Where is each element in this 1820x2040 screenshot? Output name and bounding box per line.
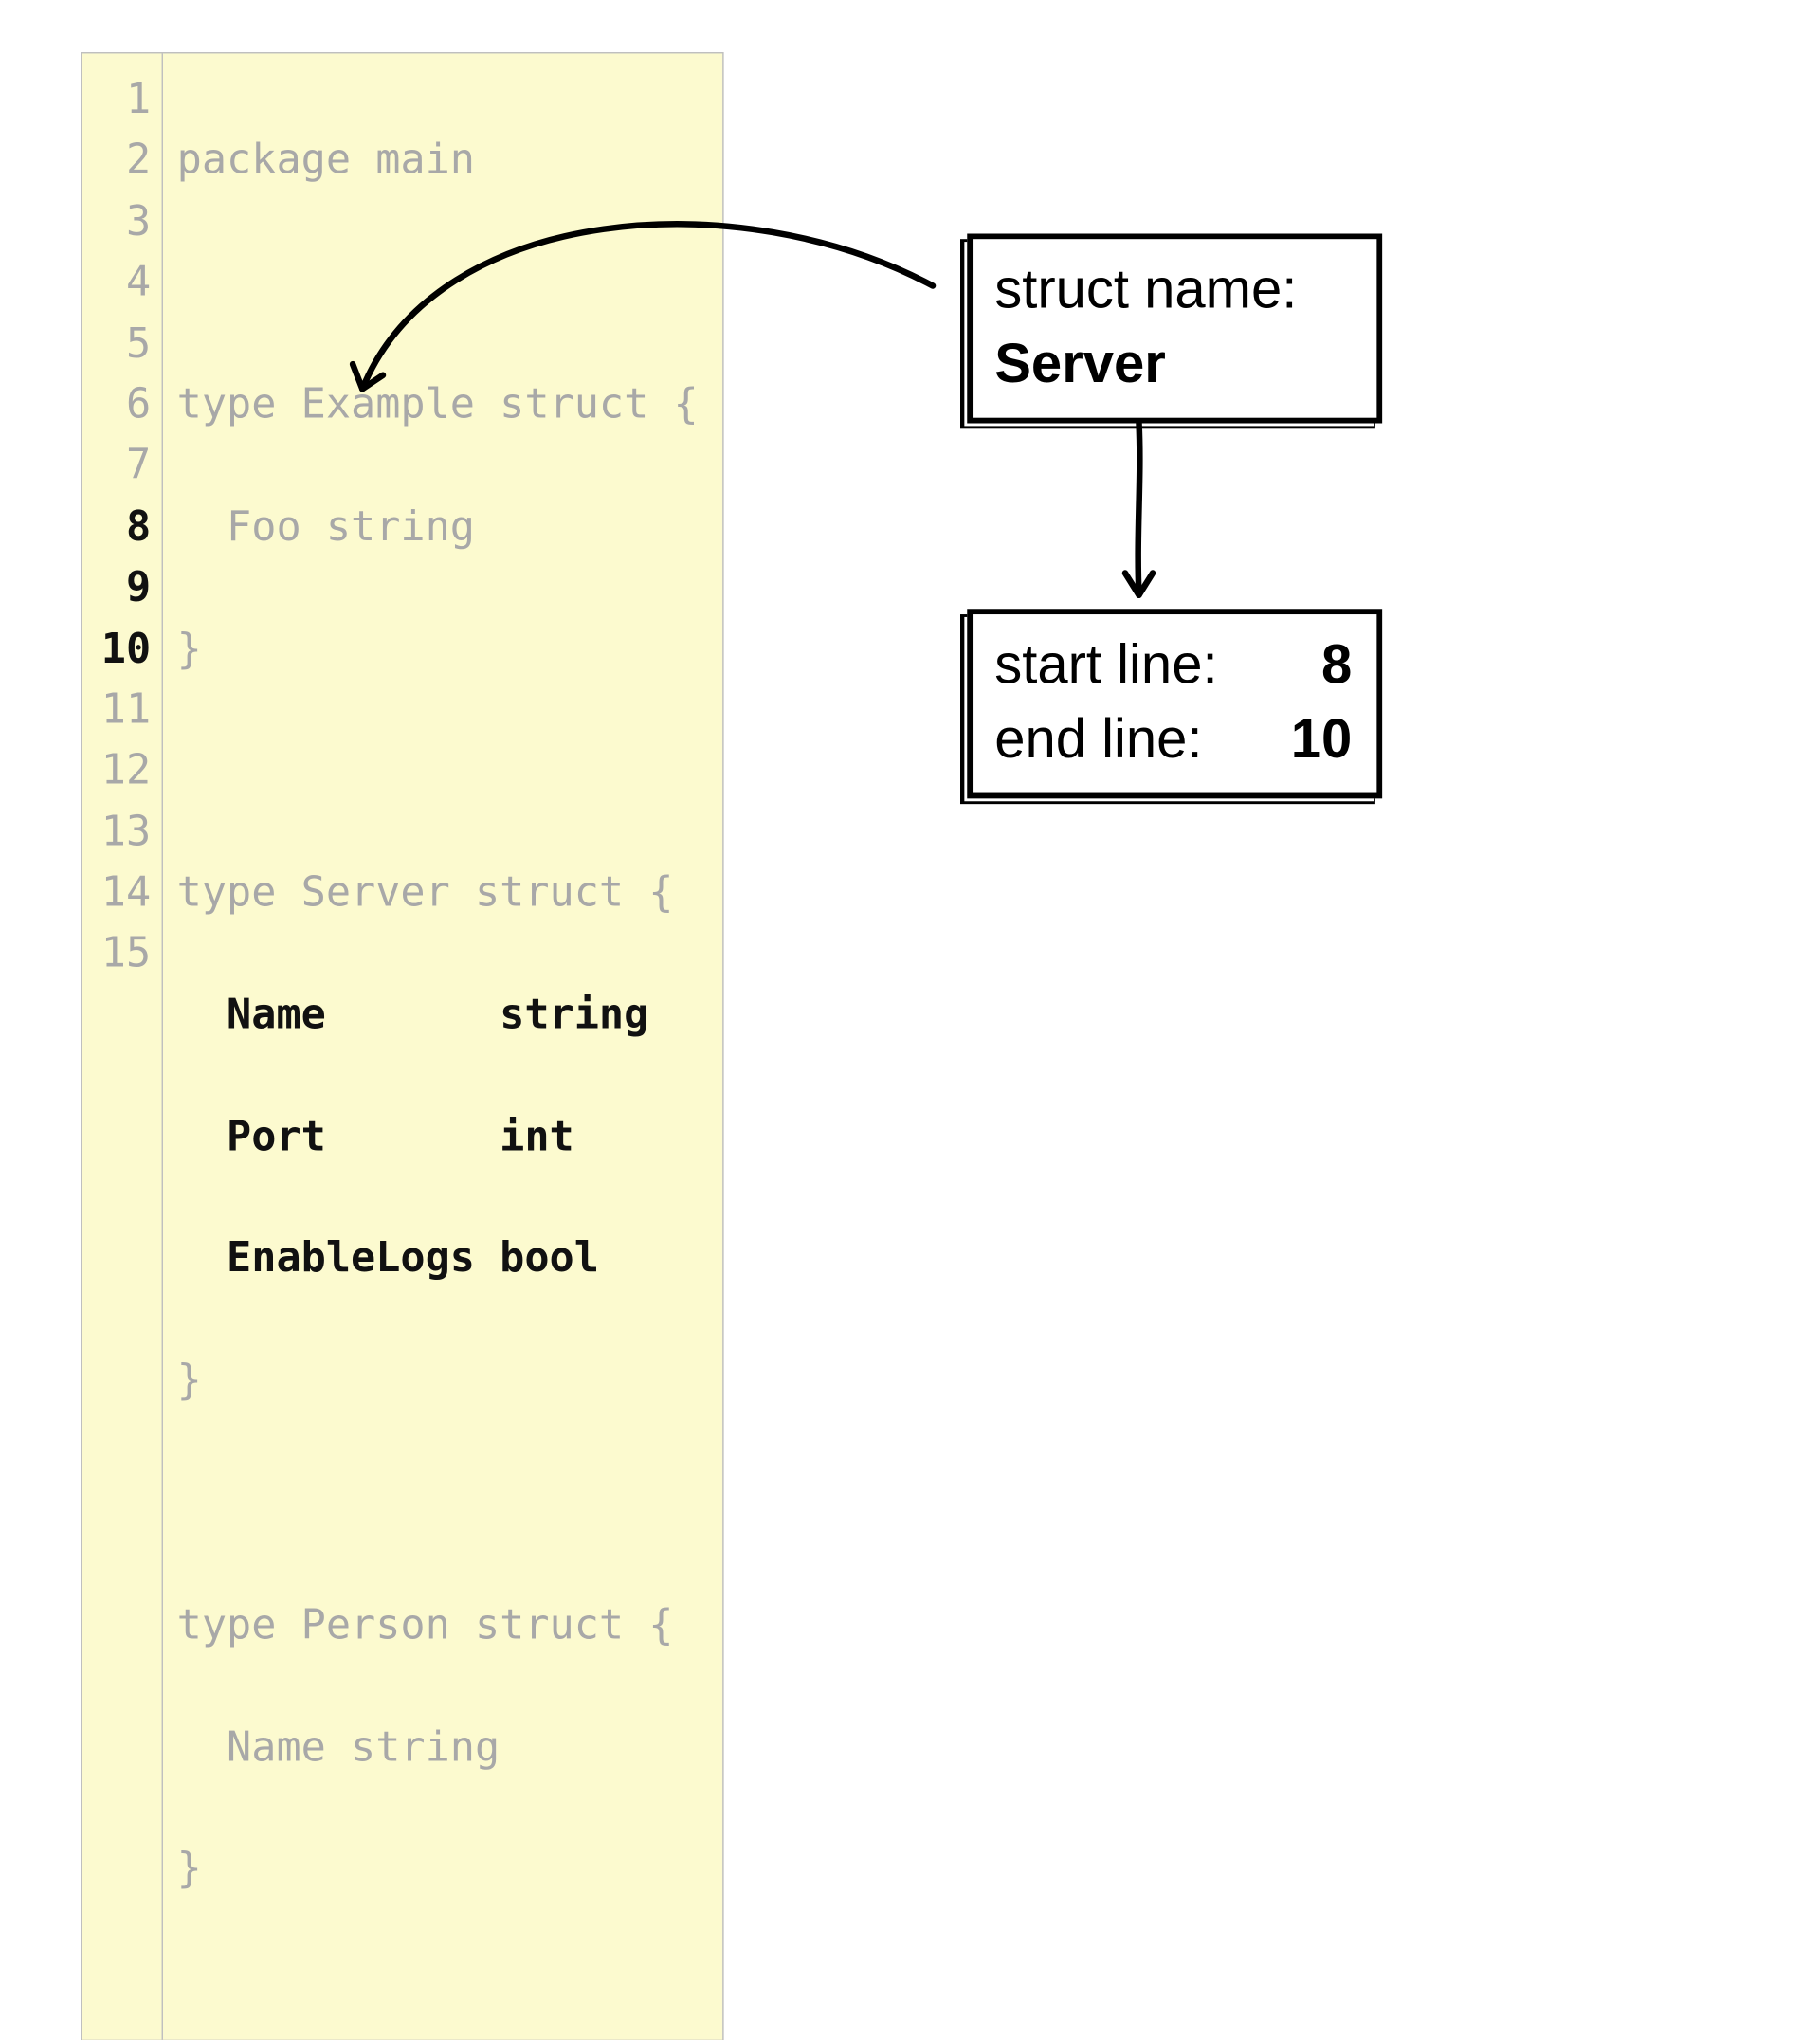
- code-line: type Person struct {: [177, 1595, 699, 1656]
- arrow-between-boxes-icon: [1138, 424, 1140, 595]
- code-line: Name string: [177, 985, 699, 1046]
- code-line: Name string: [177, 1718, 699, 1778]
- code-line: EnableLogs bool: [177, 1229, 699, 1290]
- arrowhead-icon: [1125, 574, 1153, 595]
- end-line-label: end line:: [994, 702, 1202, 776]
- line-number: 7: [101, 436, 151, 497]
- line-number: 4: [101, 253, 151, 314]
- line-number: 14: [101, 864, 151, 924]
- line-number-gutter: 1 2 3 4 5 6 7 8 9 10 11 12 13 14 15: [82, 53, 163, 2039]
- struct-name-label: struct name:: [994, 253, 1352, 327]
- line-number: 12: [101, 741, 151, 802]
- diagram-stage: 1 2 3 4 5 6 7 8 9 10 11 12 13 14 15 pack…: [81, 52, 724, 2040]
- code-line: }: [177, 619, 699, 680]
- code-line: }: [177, 1839, 699, 1900]
- struct-name-box: struct name: Server: [967, 233, 1382, 423]
- start-line-label: start line:: [994, 628, 1217, 702]
- code-line: [177, 253, 699, 314]
- code-line: }: [177, 1352, 699, 1412]
- code-content: package main type Example struct { Foo s…: [163, 53, 723, 2039]
- line-number: 15: [101, 924, 151, 985]
- line-number: 8: [101, 497, 151, 557]
- code-line: [177, 1473, 699, 1534]
- struct-name-value: Server: [994, 327, 1352, 401]
- end-line-value: 10: [1291, 702, 1353, 776]
- line-number: 2: [101, 131, 151, 191]
- line-number: 13: [101, 802, 151, 863]
- start-line-value: 8: [1321, 628, 1352, 702]
- line-number: 11: [101, 681, 151, 741]
- code-line: package main: [177, 131, 699, 191]
- line-number: 9: [101, 558, 151, 619]
- line-number: 3: [101, 192, 151, 253]
- code-block: 1 2 3 4 5 6 7 8 9 10 11 12 13 14 15 pack…: [81, 52, 724, 2040]
- code-line: Foo string: [177, 497, 699, 557]
- line-number: 5: [101, 314, 151, 374]
- line-number: 10: [101, 619, 151, 680]
- code-line: type Server struct {: [177, 864, 699, 924]
- code-line: [177, 741, 699, 802]
- line-range-box: start line: 8 end line: 10: [967, 609, 1382, 798]
- line-number: 6: [101, 375, 151, 436]
- code-line: Port int: [177, 1107, 699, 1168]
- code-line: type Example struct {: [177, 375, 699, 436]
- line-number: 1: [101, 70, 151, 131]
